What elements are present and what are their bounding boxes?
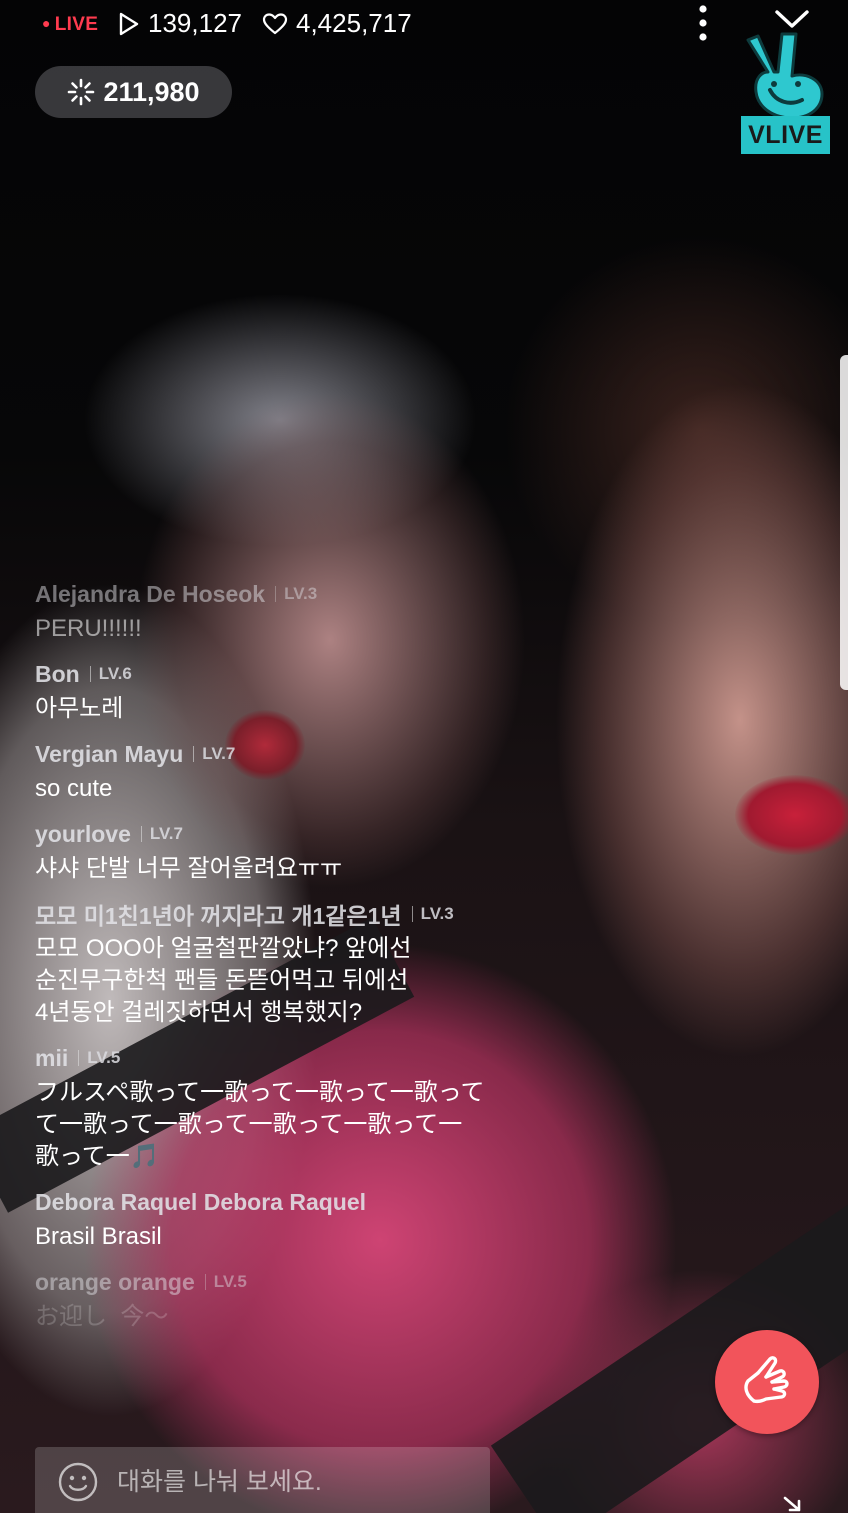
chat-message: Bon LV.6 아무노레 [35,655,505,725]
view-count-value: 139,127 [148,8,242,38]
chat-message-header: mii LV.5 [35,1039,505,1077]
chat-message-header: Bon LV.6 [35,655,505,693]
level-divider [89,666,91,682]
chat-message-text: お迎し 今〜 [35,1303,169,1330]
chat-username[interactable]: 모모 미1친1년아 꺼지라고 개1같은1년 [35,897,402,931]
chat-message: Debora Raquel Debora Raquel Brasil Brasi… [35,1183,505,1253]
live-dot-icon: ● [42,15,51,31]
level-divider [411,906,413,922]
send-heart-button[interactable] [715,1330,819,1434]
chat-user-level: LV.6 [98,664,132,683]
chat-message-text: so cute [35,775,113,802]
chat-message: 모모 미1친1년아 꺼지라고 개1같은1년 LV.3 모모 OOO아 얼굴철판깔… [35,895,505,1029]
chat-username[interactable]: mii [35,1045,68,1072]
hearts-count-value: 211,980 [103,76,200,107]
chat-message-header: Debora Raquel Debora Raquel [35,1183,505,1221]
chat-username[interactable]: orange orange [35,1269,195,1296]
chat-message-header: Vergian Mayu LV.7 [35,735,505,773]
chat-message: Alejandra De Hoseok LV.3 PERU!!!!!! [35,575,505,645]
level-divider [193,746,195,762]
expand-arrow-icon [783,1496,801,1512]
chat-user-level: LV.3 [284,584,318,603]
like-count-value: 4,425,717 [296,8,412,38]
view-count: 139,127 [118,8,242,39]
level-divider [204,1274,206,1290]
chat-username[interactable]: Debora Raquel Debora Raquel [35,1189,366,1216]
chat-user-level: LV.3 [420,904,454,923]
chat-message: mii LV.5 フルスペ歌って一歌って一歌って一歌って て一歌って一歌って一歌… [35,1039,505,1173]
chat-message: yourlove LV.7 샤샤 단발 너무 잘어울려요ㅠㅠ [35,815,505,885]
play-icon [119,12,139,35]
chat-message-text: 아무노레 [35,695,124,722]
chat-message-text: 모모 OOO아 얼굴철판깔았냐? 앞에선 순진무구한척 팬들 돈뜯어먹고 뒤에선… [35,935,412,1026]
heart-outline-icon [262,12,288,34]
finger-heart-icon [744,1356,789,1404]
more-vertical-icon [699,5,707,41]
top-bar: ● LIVE 139,127 4,425,717 [0,0,848,60]
chat-username[interactable]: Bon [35,661,80,688]
sparkle-icon [68,78,95,106]
chat-feed[interactable]: Alejandra De Hoseok LV.3 PERU!!!!!! Bon … [35,575,505,1343]
hearts-counter: 211,980 [35,66,232,118]
chat-user-level: LV.5 [213,1272,247,1291]
chat-message-text: フルスペ歌って一歌って一歌って一歌って て一歌って一歌って一歌って一歌って一 歌… [35,1079,485,1170]
chat-message-header: Alejandra De Hoseok LV.3 [35,575,505,613]
video-detail-right [735,775,848,855]
chat-message-header: orange orange LV.5 [35,1263,505,1301]
live-label: LIVE [54,14,99,35]
level-divider [78,1050,80,1066]
level-divider [140,826,142,842]
chat-message: Vergian Mayu LV.7 so cute [35,735,505,805]
chat-message-header: 모모 미1친1년아 꺼지라고 개1같은1년 LV.3 [35,895,505,933]
chat-user-level: LV.5 [87,1048,121,1067]
chat-input-bar[interactable] [35,1447,490,1513]
level-divider [275,586,277,602]
chat-message: orange orange LV.5 お迎し 今〜 [35,1263,505,1333]
chat-username[interactable]: Vergian Mayu [35,741,183,768]
chat-message-text: 샤샤 단발 너무 잘어울려요ㅠㅠ [35,855,343,882]
chat-username[interactable]: Alejandra De Hoseok [35,581,265,608]
chat-input[interactable] [115,1466,459,1498]
vlive-live-screen: ● LIVE 139,127 4,425,717 211,980 VLIVE A… [0,0,848,1513]
chat-message-text: PERU!!!!!! [35,615,142,642]
chat-user-level: LV.7 [149,824,183,843]
chat-user-level: LV.7 [202,744,236,763]
live-badge: ● LIVE [42,14,98,36]
chat-message-text: Brasil Brasil [35,1223,162,1250]
chat-message-header: yourlove LV.7 [35,815,505,853]
vlive-brand-label: VLIVE [741,116,830,154]
chat-username[interactable]: yourlove [35,821,131,848]
side-drawer-handle[interactable] [840,355,848,690]
more-options-button[interactable] [690,2,716,46]
smiley-icon[interactable] [57,1461,99,1503]
like-count: 4,425,717 [262,8,412,39]
